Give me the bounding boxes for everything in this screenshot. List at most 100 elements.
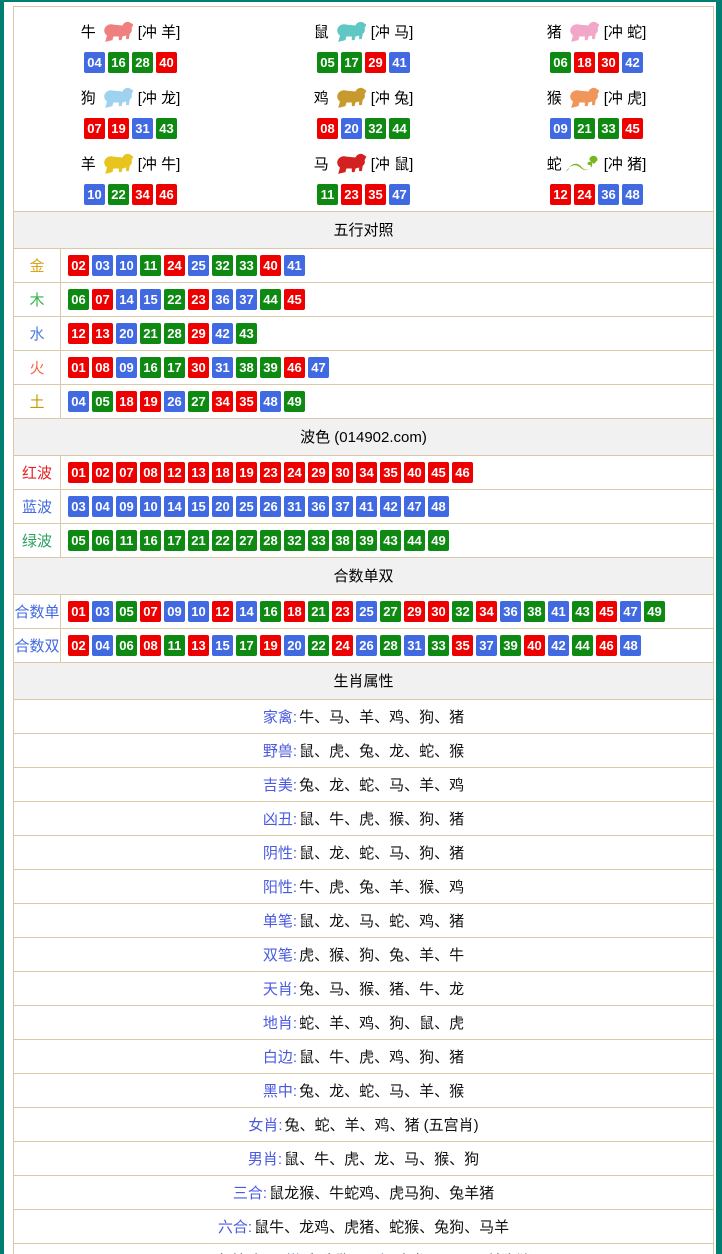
zodiac-title: 猴[冲 虎] [547,80,647,114]
number-ball-30: 30 [188,357,209,378]
number-ball-27: 27 [188,391,209,412]
zodiac-clash-label: [冲 马] [371,21,414,42]
number-ball-44: 44 [389,118,410,139]
number-ball-28: 28 [132,52,153,73]
bose-label: 红波 [14,456,61,489]
number-ball-23: 23 [188,289,209,310]
number-ball-30: 30 [428,601,449,622]
number-ball-34: 34 [356,462,377,483]
zodiac-title: 猪[冲 蛇] [547,14,647,48]
number-ball-42: 42 [622,52,643,73]
attribute-value: 兔、龙、蛇、马、羊、猴 [299,1080,464,1101]
number-ball-32: 32 [452,601,473,622]
number-ball-05: 05 [116,601,137,622]
heshu-label: 合数双 [14,629,61,662]
number-ball-04: 04 [68,391,89,412]
number-ball-21: 21 [308,601,329,622]
number-ball-01: 01 [68,462,89,483]
number-ball-03: 03 [92,601,113,622]
zodiac-name: 猪 [547,21,562,42]
number-ball-29: 29 [188,323,209,344]
number-ball-38: 38 [236,357,257,378]
number-ball-12: 12 [550,184,571,205]
number-ball-08: 08 [140,635,161,656]
number-ball-41: 41 [389,52,410,73]
number-ball-46: 46 [284,357,305,378]
number-ball-36: 36 [500,601,521,622]
zodiac-name: 鼠 [314,21,329,42]
number-ball-11: 11 [140,255,161,276]
zodiac-clash-label: [冲 羊] [138,21,181,42]
number-ball-14: 14 [116,289,137,310]
zodiac-grid: 牛[冲 羊]04162840鼠[冲 马]05172941猪[冲 蛇]061830… [14,7,713,211]
number-ball-07: 07 [116,462,137,483]
number-ball-40: 40 [156,52,177,73]
wuxing-label: 水 [14,317,61,350]
number-ball-12: 12 [68,323,89,344]
number-ball-44: 44 [404,530,425,551]
wuxing-numbers: 06071415222336374445 [61,283,309,316]
section-header-bose: 波色 (014902.com) [14,418,713,455]
number-ball-26: 26 [260,496,281,517]
wuxing-rows: 金02031011242532334041木060714152223363744… [14,248,713,418]
number-ball-18: 18 [116,391,137,412]
number-ball-33: 33 [598,118,619,139]
zodiac-title: 鸡[冲 兔] [314,80,414,114]
number-ball-44: 44 [572,635,593,656]
number-ball-03: 03 [92,255,113,276]
number-ball-16: 16 [260,601,281,622]
number-ball-18: 18 [574,52,595,73]
number-ball-38: 38 [524,601,545,622]
number-ball-45: 45 [284,289,305,310]
number-ball-24: 24 [574,184,595,205]
bose-row-绿波: 绿波05061116172122272832333839434449 [14,523,713,557]
zodiac-title: 羊[冲 牛] [81,146,181,180]
number-ball-39: 39 [260,357,281,378]
number-ball-02: 02 [68,255,89,276]
number-ball-30: 30 [598,52,619,73]
number-ball-22: 22 [212,530,233,551]
heshu-numbers: 0103050709101214161821232527293032343638… [61,595,669,628]
section-header-heshu: 合数单双 [14,557,713,594]
zodiac-cell-9: 蛇[冲 猪]12243648 [480,143,713,209]
zodiac-cell-7: 羊[冲 牛]10223446 [14,143,247,209]
attribute-label: 单笔: [263,910,297,931]
number-ball-45: 45 [596,601,617,622]
number-ball-02: 02 [68,635,89,656]
zodiac-cell-6: 猴[冲 虎]09213345 [480,77,713,143]
number-ball-33: 33 [308,530,329,551]
attribute-value: 鼠龙猴、牛蛇鸡、虎马狗、兔羊猪 [269,1182,494,1203]
number-ball-19: 19 [140,391,161,412]
heshu-rows: 合数单0103050709101214161821232527293032343… [14,594,713,662]
bose-numbers: 03040910141520252631363741424748 [61,490,453,523]
attribute-label: 阳性: [263,876,297,897]
zodiac-name: 羊 [81,153,96,174]
number-ball-20: 20 [116,323,137,344]
attribute-label: 天肖: [263,978,297,999]
attribute-row-家禽: 家禽: 牛、马、羊、鸡、狗、猪 [14,699,713,733]
number-ball-03: 03 [68,496,89,517]
number-ball-48: 48 [428,496,449,517]
number-ball-10: 10 [140,496,161,517]
number-ball-04: 04 [92,635,113,656]
number-ball-13: 13 [188,462,209,483]
bose-label: 绿波 [14,524,61,557]
bose-numbers: 05061116172122272832333839434449 [61,524,453,557]
zodiac-title: 马[冲 鼠] [314,146,414,180]
number-ball-42: 42 [548,635,569,656]
number-ball-33: 33 [236,255,257,276]
zodiac-numbers: 07193143 [84,118,177,139]
number-ball-24: 24 [332,635,353,656]
number-ball-26: 26 [356,635,377,656]
number-ball-09: 09 [116,496,137,517]
number-ball-10: 10 [116,255,137,276]
attribute-label: 男肖: [248,1148,282,1169]
attribute-row-凶丑: 凶丑: 鼠、牛、虎、猴、狗、猪 [14,801,713,835]
number-ball-40: 40 [260,255,281,276]
zodiac-numbers: 12243648 [550,184,643,205]
number-ball-21: 21 [140,323,161,344]
attribute-row-单笔: 单笔: 鼠、龙、马、蛇、鸡、猪 [14,903,713,937]
number-ball-48: 48 [620,635,641,656]
number-ball-49: 49 [428,530,449,551]
attribute-label: 六合: [218,1216,252,1237]
